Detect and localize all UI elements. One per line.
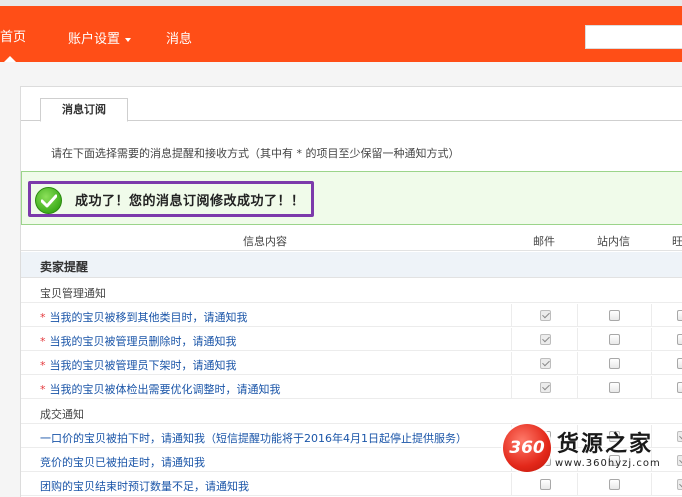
notification-item-text: * 当我的宝贝被管理员删除时，请通知我 xyxy=(40,333,237,349)
notification-item-text: * 当我的宝贝被管理员下架时，请通知我 xyxy=(40,357,237,373)
group-label: 成交通知 xyxy=(40,408,84,421)
top-navigation-bar: 首页 账户设置 消息 xyxy=(0,0,682,62)
tab-message-subscription[interactable]: 消息订阅 xyxy=(40,98,128,122)
notification-item-label: 团购的宝贝结束时预订数量不足，请通知我 xyxy=(40,480,249,493)
email-checkbox[interactable] xyxy=(540,334,551,345)
notification-item-label: 当我的宝贝被移到其他类目时，请通知我 xyxy=(49,311,248,324)
table-row: * 当我的宝贝被管理员删除时，请通知我 xyxy=(21,328,682,351)
chevron-down-icon xyxy=(125,37,132,42)
site-message-checkbox[interactable] xyxy=(609,310,620,321)
notification-item-label: 当我的宝贝被管理员删除时，请通知我 xyxy=(49,335,237,348)
header-site-message: 站内信 xyxy=(597,235,630,248)
notification-item-label: 当我的宝贝被管理员下架时，请通知我 xyxy=(49,359,237,372)
notification-item-label: 一口价的宝贝被拍下时，请通知我（短信提醒功能将于2016年4月1日起停止提供服务… xyxy=(40,432,467,445)
wangwang-checkbox[interactable] xyxy=(677,334,682,345)
search-input[interactable] xyxy=(585,25,682,49)
group-label: 宝贝管理通知 xyxy=(40,287,106,300)
table-row: * 当我的宝贝被体检出需要优化调整时，请通知我 xyxy=(21,376,682,399)
site-message-checkbox[interactable] xyxy=(609,382,620,393)
nav-message-link[interactable]: 消息 xyxy=(166,28,192,47)
email-checkbox[interactable] xyxy=(540,479,551,490)
wangwang-checkbox[interactable] xyxy=(677,358,682,369)
nav-account-label: 账户设置 xyxy=(68,32,121,47)
nav-account-settings-link[interactable]: 账户设置 xyxy=(68,28,132,47)
wangwang-checkbox[interactable] xyxy=(677,479,682,490)
required-star: * xyxy=(40,383,46,396)
site-watermark: 360 货源之家 www.360hyzj.com xyxy=(497,420,682,480)
section-seller-reminders: 卖家提醒 xyxy=(21,252,682,278)
brand-logo-icon: 360 xyxy=(503,424,551,472)
table-row: * 当我的宝贝被移到其他类目时，请通知我 xyxy=(21,304,682,327)
required-star: * xyxy=(40,311,46,324)
wangwang-checkbox[interactable] xyxy=(677,382,682,393)
header-email: 邮件 xyxy=(533,235,555,248)
email-checkbox[interactable] xyxy=(540,382,551,393)
notification-item-text: * 当我的宝贝被移到其他类目时，请通知我 xyxy=(40,309,248,325)
notification-item-text: * 当我的宝贝被体检出需要优化调整时，请通知我 xyxy=(40,381,281,397)
active-nav-indicator xyxy=(4,56,16,62)
section-title: 卖家提醒 xyxy=(40,260,89,274)
nav-home-link[interactable]: 首页 xyxy=(0,26,26,45)
tab-bar: 消息订阅 xyxy=(21,87,682,122)
notification-item-label: 当我的宝贝被体检出需要优化调整时，请通知我 xyxy=(49,383,281,396)
check-circle-icon xyxy=(35,187,62,214)
group-item-management: 宝贝管理通知 xyxy=(21,279,682,303)
instruction-text: 请在下面选择需要的消息提醒和接收方式（其中有 * 的项目至少保留一种通知方式） xyxy=(51,147,460,160)
wangwang-checkbox[interactable] xyxy=(677,310,682,321)
success-banner: 成功了！您的消息订阅修改成功了！！ xyxy=(21,171,682,225)
logo-text: 360 xyxy=(509,438,545,458)
table-header: 信息内容 邮件 站内信 旺 xyxy=(21,227,682,251)
table-row: * 当我的宝贝被管理员下架时，请通知我 xyxy=(21,352,682,375)
notification-item-label: 竞价的宝贝已被拍走时，请通知我 xyxy=(40,456,205,469)
required-star: * xyxy=(40,359,46,372)
site-message-checkbox[interactable] xyxy=(609,334,620,345)
watermark-url: www.360hyzj.com xyxy=(555,458,661,469)
site-message-checkbox[interactable] xyxy=(609,479,620,490)
email-checkbox[interactable] xyxy=(540,310,551,321)
header-content: 信息内容 xyxy=(243,235,287,248)
site-message-checkbox[interactable] xyxy=(609,358,620,369)
success-message: 成功了！您的消息订阅修改成功了！！ xyxy=(75,194,305,209)
required-star: * xyxy=(40,335,46,348)
email-checkbox[interactable] xyxy=(540,358,551,369)
header-wangwang: 旺 xyxy=(672,235,682,248)
watermark-title: 货源之家 xyxy=(557,432,654,457)
